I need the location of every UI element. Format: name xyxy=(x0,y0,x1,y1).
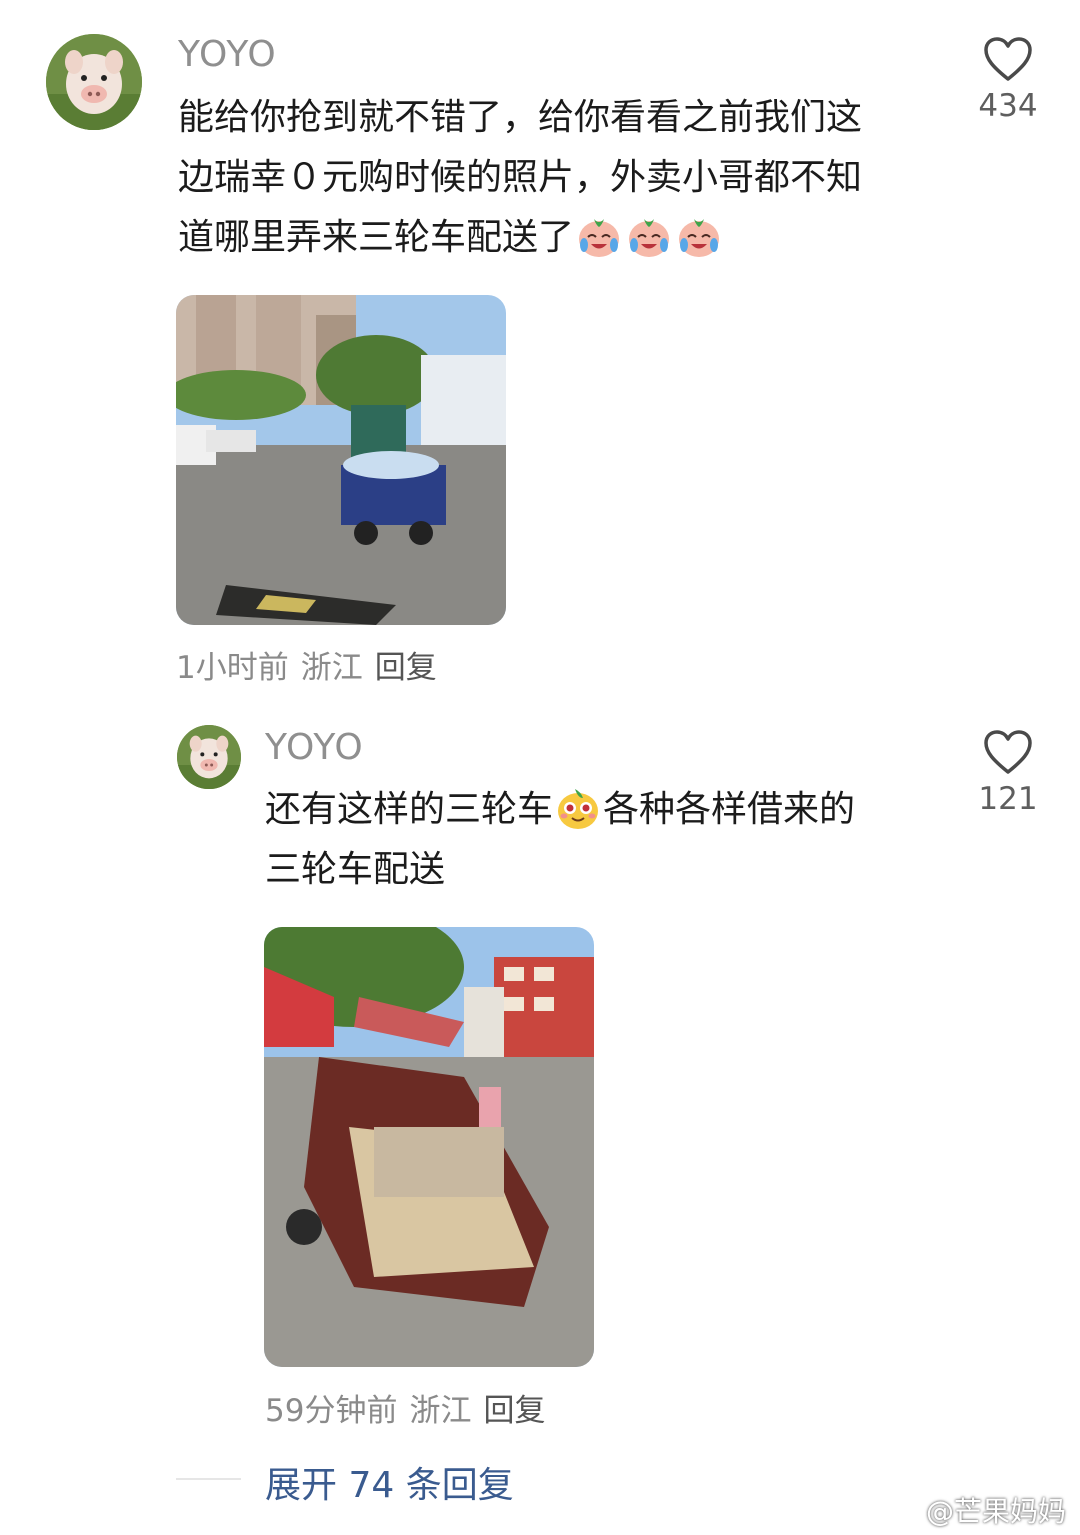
avatar[interactable] xyxy=(46,34,142,130)
comment-text-line: 三轮车配送 xyxy=(265,849,446,890)
comment-photo[interactable] xyxy=(176,295,506,625)
comment-text-line: 能给你抢到就不错了，给你看看之前我们这 xyxy=(178,97,863,138)
heart-icon xyxy=(984,37,1032,81)
like-count: 121 xyxy=(978,781,1038,817)
comment-meta: 59分钟前 浙江 回复 xyxy=(265,1385,557,1430)
avatar[interactable] xyxy=(177,725,241,789)
reply-button[interactable]: 回复 xyxy=(483,1393,545,1429)
comment-time: 1小时前 xyxy=(176,650,289,686)
crying-laughing-emoji-icon xyxy=(576,213,622,259)
comment-location: 浙江 xyxy=(300,650,363,686)
reply-button[interactable]: 回复 xyxy=(375,650,437,686)
mango-face-emoji-icon xyxy=(555,785,601,831)
comment-text-line: 道哪里弄来三轮车配送了 xyxy=(178,208,938,268)
comment-location: 浙江 xyxy=(409,1393,472,1429)
divider xyxy=(176,1478,241,1480)
watermark-text: @芒果妈妈 xyxy=(926,1495,1067,1528)
comment-text-line: 边瑞幸０元购时候的照片，外卖小哥都不知 xyxy=(178,157,863,198)
like-button[interactable]: 434 xyxy=(968,36,1048,124)
weibo-logo-icon xyxy=(890,1496,926,1526)
expand-replies-link[interactable]: 展开 74 条回复 xyxy=(265,1456,514,1508)
comment-username[interactable]: YOYO xyxy=(265,727,364,768)
crying-laughing-emoji-icon xyxy=(676,213,722,259)
comment-text: 还有这样的三轮车 各种各样借来的 三轮车配送 xyxy=(265,780,945,900)
comment-time: 59分钟前 xyxy=(265,1393,398,1429)
comment-username[interactable]: YOYO xyxy=(178,34,277,75)
heart-icon xyxy=(984,730,1032,774)
comment-meta: 1小时前 浙江 回复 xyxy=(176,642,449,687)
comment-text: 能给你抢到就不错了，给你看看之前我们这 边瑞幸０元购时候的照片，外卖小哥都不知 … xyxy=(178,88,938,268)
comment-photo[interactable] xyxy=(264,927,594,1367)
comment-text-line: 还有这样的三轮车 各种各样借来的 xyxy=(265,780,945,840)
crying-laughing-emoji-icon xyxy=(626,213,672,259)
watermark: @芒果妈妈 xyxy=(890,1490,1066,1530)
like-button[interactable]: 121 xyxy=(968,729,1048,817)
like-count: 434 xyxy=(978,88,1038,124)
